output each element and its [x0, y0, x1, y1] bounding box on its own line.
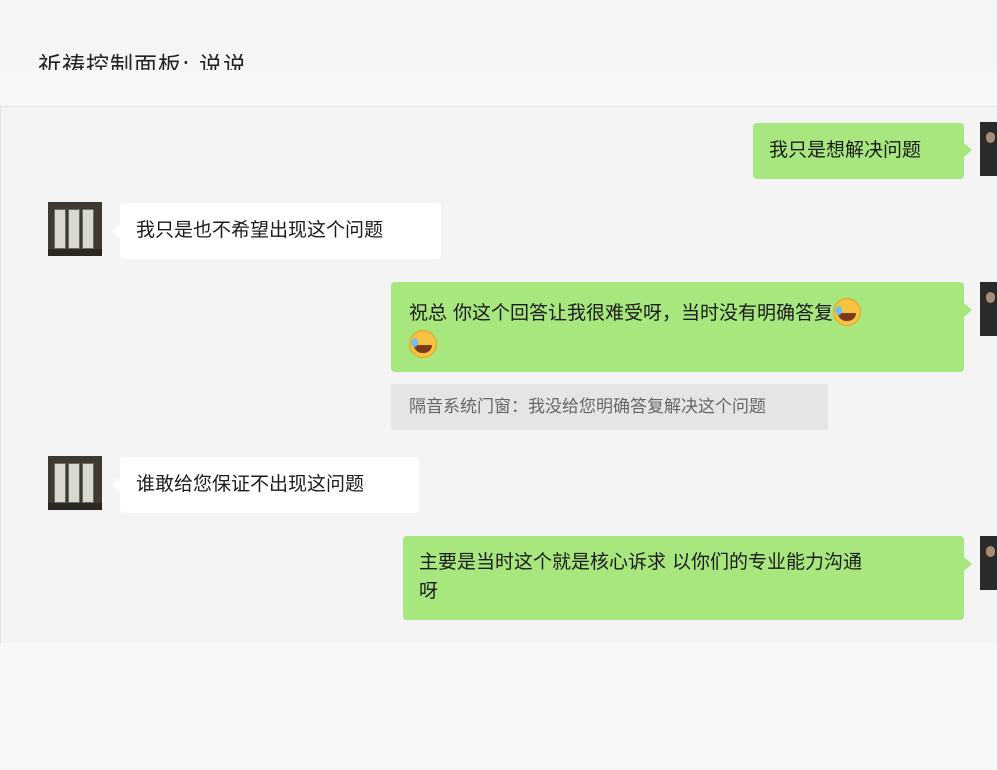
avatar-face: [986, 132, 995, 143]
own-avatar[interactable]: [980, 122, 997, 176]
avatar-window-pane: [68, 463, 80, 503]
avatar-window-pane: [68, 209, 80, 249]
message-bubble-received[interactable]: 我只是也不希望出现这个问题: [120, 203, 441, 259]
chat-window: 祈祷控制面板: 说说 我只是想解决问题 我只是也不希望出现这个问题 祝总 你这个…: [0, 0, 997, 770]
bubble-tail: [964, 303, 972, 317]
bubble-tail: [112, 478, 120, 492]
message-bubble-sent[interactable]: 我只是想解决问题: [753, 123, 964, 179]
grinning-sweat-emoji: [833, 298, 862, 326]
message-text: 呀: [419, 580, 439, 602]
avatar-face: [986, 292, 995, 303]
message-bubble-received[interactable]: 谁敢给您保证不出现这问题: [120, 457, 419, 513]
avatar-window-pane: [82, 209, 94, 249]
contact-avatar[interactable]: [48, 456, 102, 510]
message-text: 谁敢给您保证不出现这问题: [136, 473, 365, 495]
chat-header: 祈祷控制面板: 说说: [0, 0, 997, 70]
message-text: 主要是当时这个就是核心诉求 以你们的专业能力沟通: [419, 551, 863, 573]
quoted-message-text: 隔音系统门窗：我没给您明确答复解决这个问题: [409, 397, 766, 417]
own-avatar[interactable]: [980, 282, 997, 336]
avatar-window-pane: [54, 463, 66, 503]
message-text: 祝总 你这个回答让我很难受呀，当时没有明确答复: [409, 302, 834, 324]
chat-title: 祈祷控制面板: 说说: [38, 53, 248, 70]
avatar-face: [986, 546, 995, 557]
message-text: 我只是也不希望出现这个问题: [136, 219, 384, 241]
bubble-tail: [964, 557, 972, 571]
contact-avatar[interactable]: [48, 202, 102, 256]
message-bubble-sent[interactable]: 主要是当时这个就是核心诉求 以你们的专业能力沟通 呀: [403, 536, 964, 620]
bubble-tail: [964, 143, 972, 157]
bubble-tail: [112, 224, 120, 238]
avatar-window-pane: [54, 209, 66, 249]
input-area[interactable]: [0, 643, 997, 770]
own-avatar[interactable]: [980, 536, 997, 590]
avatar-window-pane: [82, 463, 94, 503]
grinning-sweat-emoji: [409, 330, 437, 358]
quoted-message[interactable]: 隔音系统门窗：我没给您明确答复解决这个问题: [391, 384, 828, 430]
message-text: 我只是想解决问题: [769, 139, 922, 161]
avatar-floor: [48, 503, 102, 510]
avatar-floor: [48, 249, 102, 256]
message-bubble-sent[interactable]: 祝总 你这个回答让我很难受呀，当时没有明确答复: [391, 282, 964, 372]
